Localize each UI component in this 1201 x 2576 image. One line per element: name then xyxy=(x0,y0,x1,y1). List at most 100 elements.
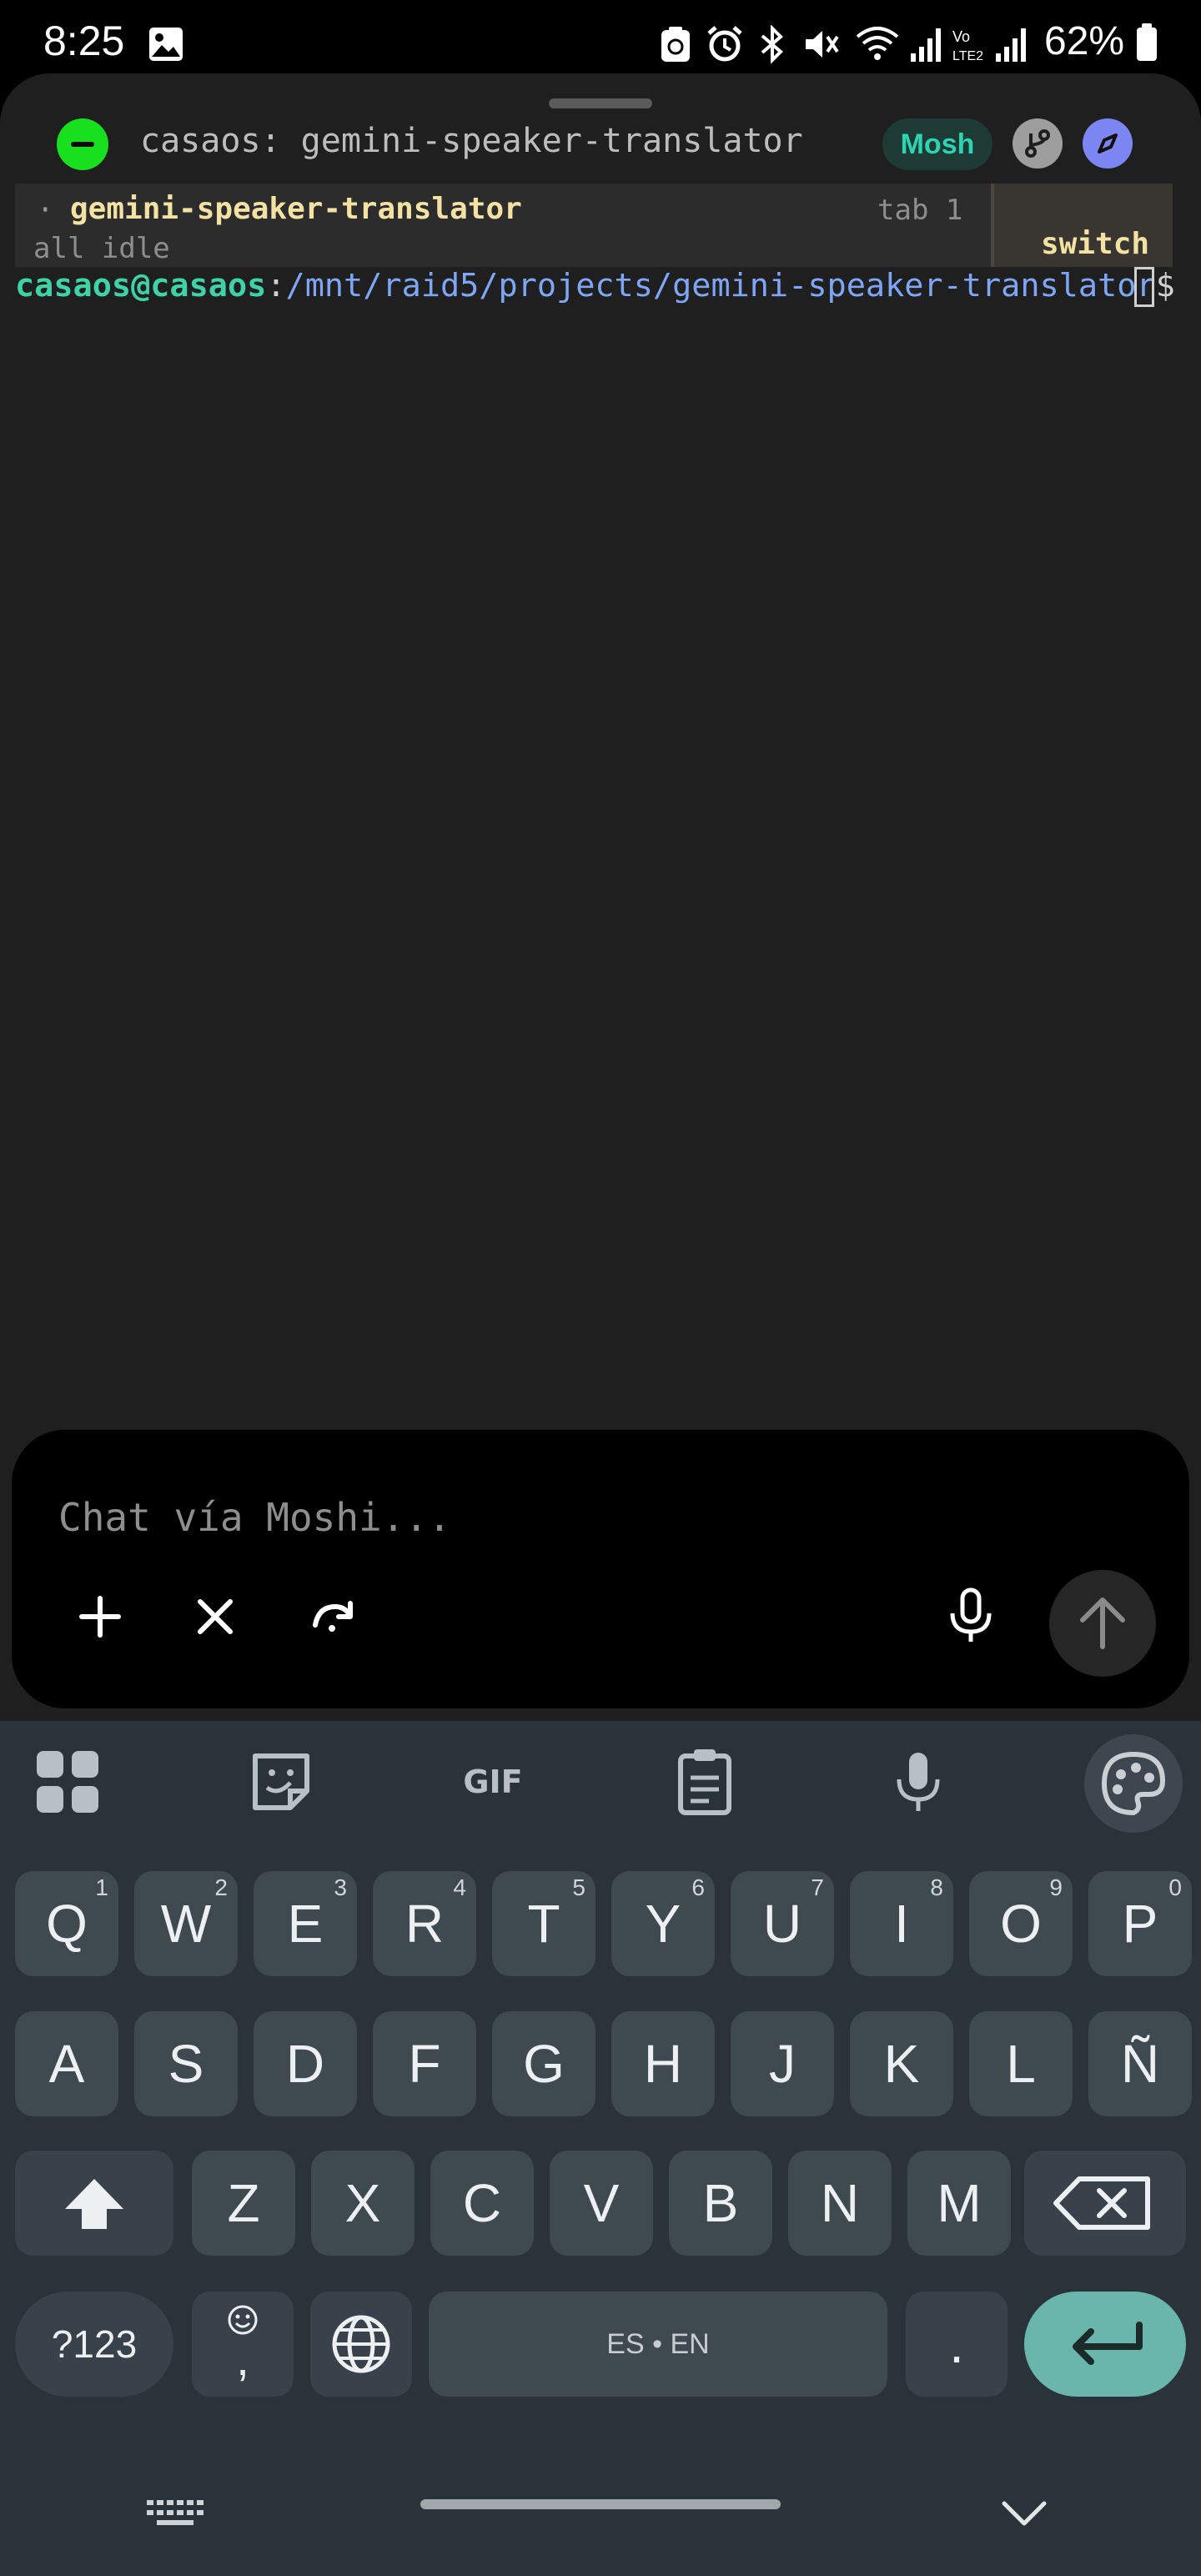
key-hint: 5 xyxy=(572,1874,585,1900)
key-z[interactable]: Z xyxy=(192,2151,295,2256)
key-p[interactable]: P0 xyxy=(1088,1871,1192,1976)
shift-icon xyxy=(65,2179,123,2229)
key-u[interactable]: U7 xyxy=(731,1871,834,1976)
home-indicator[interactable] xyxy=(420,2499,781,2509)
key-j[interactable]: J xyxy=(731,2011,834,2116)
emoji-comma-key[interactable]: , xyxy=(192,2292,294,2397)
key-t[interactable]: T5 xyxy=(492,1871,595,1976)
arrow-up-icon xyxy=(1080,1597,1125,1649)
key-ñ[interactable]: Ñ xyxy=(1088,2011,1192,2116)
key-label: K xyxy=(883,2034,920,2094)
apps-grid-icon[interactable] xyxy=(30,1744,105,1819)
period-key[interactable]: . xyxy=(906,2292,1008,2397)
bluetooth-icon xyxy=(761,25,783,63)
key-g[interactable]: G xyxy=(492,2011,595,2116)
gif-icon[interactable]: GIF xyxy=(455,1744,530,1819)
key-label: F xyxy=(408,2034,441,2094)
svg-text:GIF: GIF xyxy=(463,1763,522,1800)
key-label: J xyxy=(769,2034,796,2094)
volte-icon: Vo LTE2 xyxy=(952,28,983,63)
globe-icon xyxy=(332,2315,390,2373)
key-b[interactable]: B xyxy=(669,2151,772,2256)
close-icon[interactable] xyxy=(190,1592,240,1642)
palette-icon xyxy=(1101,1751,1166,1816)
key-hint: 1 xyxy=(95,1874,108,1900)
redo-icon[interactable] xyxy=(307,1592,357,1642)
key-label: W xyxy=(160,1894,212,1954)
status-bar: 8:25 Vo LTE2 62% xyxy=(0,0,1201,83)
key-hint: 9 xyxy=(1049,1874,1063,1900)
prompt-user-host: casaos@casaos xyxy=(15,267,267,304)
key-x[interactable]: X xyxy=(311,2151,415,2256)
key-w[interactable]: W2 xyxy=(134,1871,238,1976)
key-o[interactable]: O9 xyxy=(969,1871,1073,1976)
mute-icon xyxy=(806,31,839,58)
key-label: H xyxy=(643,2034,683,2094)
terminal-prompt[interactable]: casaos@casaos:/mnt/raid5/projects/gemini… xyxy=(15,267,1175,304)
shift-key[interactable] xyxy=(15,2151,173,2256)
svg-text:Vo: Vo xyxy=(952,28,970,45)
prompt-dollar: $ xyxy=(1155,267,1175,304)
signal-icon xyxy=(911,28,941,62)
microphone-icon[interactable] xyxy=(881,1744,956,1819)
key-n[interactable]: N xyxy=(788,2151,892,2256)
language-key[interactable] xyxy=(310,2292,412,2397)
symbols-key[interactable]: ?123 xyxy=(15,2292,173,2397)
disconnect-button[interactable] xyxy=(57,118,108,170)
send-button[interactable] xyxy=(1049,1570,1156,1677)
terminal-cursor xyxy=(1134,267,1154,307)
key-label: T xyxy=(527,1894,560,1954)
git-branch-button[interactable] xyxy=(1013,118,1063,169)
key-label: E xyxy=(287,1894,324,1954)
mosh-badge[interactable]: Mosh xyxy=(882,118,992,170)
key-m[interactable]: M xyxy=(907,2151,1011,2256)
enter-key[interactable] xyxy=(1024,2292,1186,2397)
wifi-icon xyxy=(856,27,899,60)
key-hint: 6 xyxy=(691,1874,705,1900)
tmux-switch-button[interactable]: switch xyxy=(991,184,1173,267)
git-branch-icon xyxy=(1025,129,1050,158)
backspace-key[interactable] xyxy=(1024,2151,1186,2256)
key-q[interactable]: Q1 xyxy=(15,1871,118,1976)
status-time: 8:25 xyxy=(43,18,125,64)
key-label: Ñ xyxy=(1120,2034,1160,2094)
key-hint: 7 xyxy=(811,1874,824,1900)
comma-label: , xyxy=(236,2332,249,2385)
compass-button[interactable] xyxy=(1083,118,1133,169)
battery-icon xyxy=(1137,23,1157,61)
session-title: casaos: gemini-speaker-translator xyxy=(140,122,803,160)
microphone-icon[interactable] xyxy=(944,1587,997,1645)
key-y[interactable]: Y6 xyxy=(611,1871,715,1976)
key-l[interactable]: L xyxy=(969,2011,1073,2116)
keyboard-switch-icon[interactable] xyxy=(145,2497,205,2530)
clipboard-icon[interactable] xyxy=(667,1744,742,1819)
alarm-icon xyxy=(707,26,742,62)
space-key[interactable]: ES • EN xyxy=(429,2292,887,2397)
key-v[interactable]: V xyxy=(550,2151,653,2256)
key-h[interactable]: H xyxy=(611,2011,715,2116)
sticker-icon[interactable] xyxy=(244,1744,319,1819)
key-label: C xyxy=(462,2173,502,2233)
key-label: P xyxy=(1122,1894,1158,1954)
key-label: B xyxy=(702,2173,739,2233)
key-f[interactable]: F xyxy=(373,2011,476,2116)
sheet-drag-handle[interactable] xyxy=(549,98,652,108)
key-k[interactable]: K xyxy=(850,2011,953,2116)
theme-button[interactable] xyxy=(1084,1734,1183,1833)
key-i[interactable]: I8 xyxy=(850,1871,953,1976)
tmux-status-bar: · gemini-speaker-translator tab 1 all id… xyxy=(15,184,1173,267)
chat-input[interactable] xyxy=(58,1488,1059,1547)
key-label: V xyxy=(583,2173,620,2233)
key-e[interactable]: E3 xyxy=(254,1871,357,1976)
chevron-down-icon[interactable] xyxy=(997,2493,1051,2533)
svg-text:LTE2: LTE2 xyxy=(952,49,983,63)
key-a[interactable]: A xyxy=(15,2011,118,2116)
key-c[interactable]: C xyxy=(430,2151,534,2256)
add-icon[interactable] xyxy=(75,1592,125,1642)
key-label: U xyxy=(762,1894,802,1954)
signal-icon xyxy=(996,28,1026,62)
key-s[interactable]: S xyxy=(134,2011,238,2116)
key-label: M xyxy=(937,2173,982,2233)
key-r[interactable]: R4 xyxy=(373,1871,476,1976)
key-d[interactable]: D xyxy=(254,2011,357,2116)
